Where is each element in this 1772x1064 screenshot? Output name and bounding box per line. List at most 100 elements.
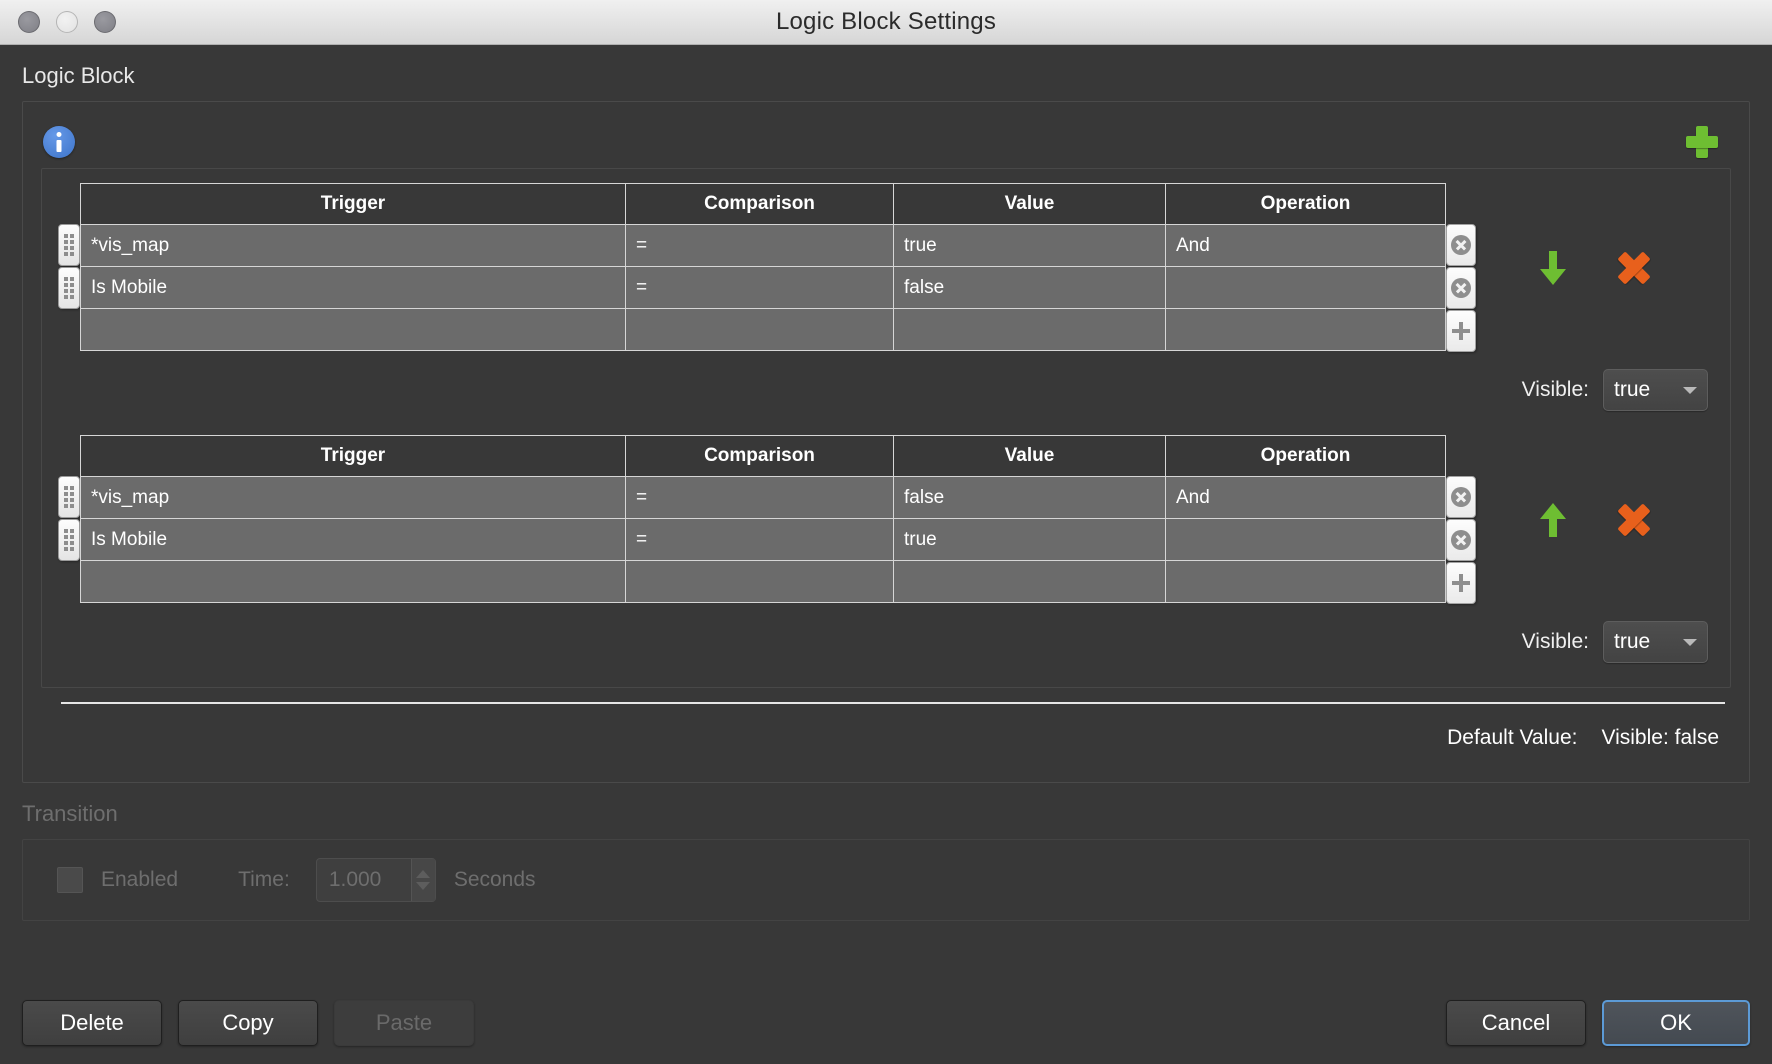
group-visible-row: Visible: true [58, 605, 1714, 669]
default-value-property: Visible: false [1601, 726, 1719, 750]
transition-enabled-label: Enabled [101, 868, 179, 891]
row-action-column [1446, 183, 1476, 353]
plus-icon [1452, 574, 1470, 592]
grip-dots-icon [64, 529, 74, 551]
table-row[interactable]: *vis_map = true And [80, 224, 1446, 267]
row-grip-column [58, 183, 80, 310]
group-visible-row: Visible: true [58, 353, 1714, 417]
panel-toolbar [41, 116, 1731, 168]
logic-table-zone: Trigger Comparison Value Operation *vis_… [58, 435, 1714, 605]
row-drag-handle[interactable] [58, 224, 80, 266]
cell-operation[interactable] [1165, 308, 1446, 351]
visible-dropdown-value: true [1614, 378, 1651, 401]
transition-enabled-checkbox[interactable] [57, 867, 83, 893]
cell-value[interactable]: false [893, 476, 1166, 519]
cell-trigger[interactable] [80, 560, 626, 603]
grip-dots-icon [64, 277, 74, 299]
transition-panel: Enabled Time: 1.000 Seconds [22, 839, 1750, 921]
info-icon[interactable] [43, 126, 75, 158]
circle-x-icon [1451, 235, 1471, 255]
window-titlebar: Logic Block Settings [0, 0, 1772, 45]
move-group-up-icon[interactable] [1540, 502, 1566, 537]
row-drag-handle[interactable] [58, 267, 80, 309]
cell-trigger[interactable]: *vis_map [80, 476, 626, 519]
remove-row-button[interactable] [1446, 224, 1476, 266]
delete-button[interactable]: Delete [22, 1000, 162, 1046]
cell-value[interactable]: true [893, 518, 1166, 561]
logic-group: Trigger Comparison Value Operation *vis_… [58, 183, 1714, 417]
add-row-button[interactable] [1446, 562, 1476, 604]
time-stepper[interactable] [410, 859, 435, 901]
cell-trigger[interactable]: *vis_map [80, 224, 626, 267]
grip-dots-icon [64, 234, 74, 256]
visible-label: Visible: [1521, 378, 1589, 401]
visible-dropdown[interactable]: true [1603, 369, 1708, 411]
transition-time-input[interactable]: 1.000 [315, 858, 436, 902]
cell-value[interactable]: true [893, 224, 1166, 267]
cancel-button[interactable]: Cancel [1446, 1000, 1586, 1046]
row-drag-handle[interactable] [58, 476, 80, 518]
add-group-plus-icon[interactable] [1685, 125, 1719, 159]
add-row-button[interactable] [1446, 310, 1476, 352]
move-group-down-icon[interactable] [1540, 250, 1566, 285]
remove-row-button[interactable] [1446, 519, 1476, 561]
cell-trigger[interactable] [80, 308, 626, 351]
table-row[interactable]: *vis_map = false And [80, 476, 1446, 519]
remove-row-button[interactable] [1446, 267, 1476, 309]
cell-operation[interactable]: And [1165, 224, 1446, 267]
cell-operation[interactable] [1165, 266, 1446, 309]
plus-icon [1452, 322, 1470, 340]
groups-container: Trigger Comparison Value Operation *vis_… [41, 168, 1731, 688]
dialog-footer: Delete Copy Paste Cancel OK [22, 1000, 1750, 1046]
table-header-row: Trigger Comparison Value Operation [80, 183, 1446, 225]
default-value-property-value: false [1674, 726, 1719, 749]
transition-title: Transition [22, 801, 118, 826]
visible-dropdown-value: true [1614, 630, 1651, 653]
page-title: Logic Block [22, 63, 135, 88]
default-value-row: Default Value: Visible: false [41, 704, 1731, 766]
circle-x-icon [1451, 487, 1471, 507]
cell-operation[interactable] [1165, 518, 1446, 561]
remove-row-button[interactable] [1446, 476, 1476, 518]
cell-comparison[interactable]: = [625, 224, 894, 267]
column-header-comparison: Comparison [625, 435, 894, 477]
column-header-value: Value [893, 183, 1166, 225]
group-actions [1476, 183, 1714, 311]
dialog-body: Logic Block Trigger Comparison Value Ope… [0, 45, 1772, 1064]
ok-button[interactable]: OK [1602, 1000, 1750, 1046]
cell-value[interactable] [893, 560, 1166, 603]
delete-group-icon[interactable] [1618, 252, 1650, 284]
cell-trigger[interactable]: Is Mobile [80, 266, 626, 309]
table-row[interactable]: Is Mobile = false [80, 266, 1446, 309]
cell-comparison[interactable] [625, 560, 894, 603]
column-header-value: Value [893, 435, 1166, 477]
visible-dropdown[interactable]: true [1603, 621, 1708, 663]
circle-x-icon [1451, 278, 1471, 298]
cell-comparison[interactable]: = [625, 266, 894, 309]
table-row-empty[interactable] [80, 308, 1446, 351]
default-value-label: Default Value: [1447, 726, 1578, 749]
logic-group: Trigger Comparison Value Operation *vis_… [58, 435, 1714, 669]
logic-table: Trigger Comparison Value Operation *vis_… [80, 435, 1446, 603]
cell-comparison[interactable]: = [625, 518, 894, 561]
column-header-operation: Operation [1165, 183, 1446, 225]
cell-operation[interactable] [1165, 560, 1446, 603]
cell-operation[interactable]: And [1165, 476, 1446, 519]
table-row-empty[interactable] [80, 560, 1446, 603]
cell-trigger[interactable]: Is Mobile [80, 518, 626, 561]
copy-button[interactable]: Copy [178, 1000, 318, 1046]
row-drag-handle[interactable] [58, 519, 80, 561]
transition-time-label: Time: [238, 868, 290, 891]
circle-x-icon [1451, 530, 1471, 550]
table-row[interactable]: Is Mobile = true [80, 518, 1446, 561]
cell-comparison[interactable] [625, 308, 894, 351]
cell-value[interactable]: false [893, 266, 1166, 309]
cell-comparison[interactable]: = [625, 476, 894, 519]
transition-seconds-label: Seconds [453, 868, 536, 891]
delete-group-icon[interactable] [1618, 504, 1650, 536]
group-actions [1476, 435, 1714, 563]
cell-value[interactable] [893, 308, 1166, 351]
logic-table-zone: Trigger Comparison Value Operation *vis_… [58, 183, 1714, 353]
logic-table: Trigger Comparison Value Operation *vis_… [80, 183, 1446, 351]
